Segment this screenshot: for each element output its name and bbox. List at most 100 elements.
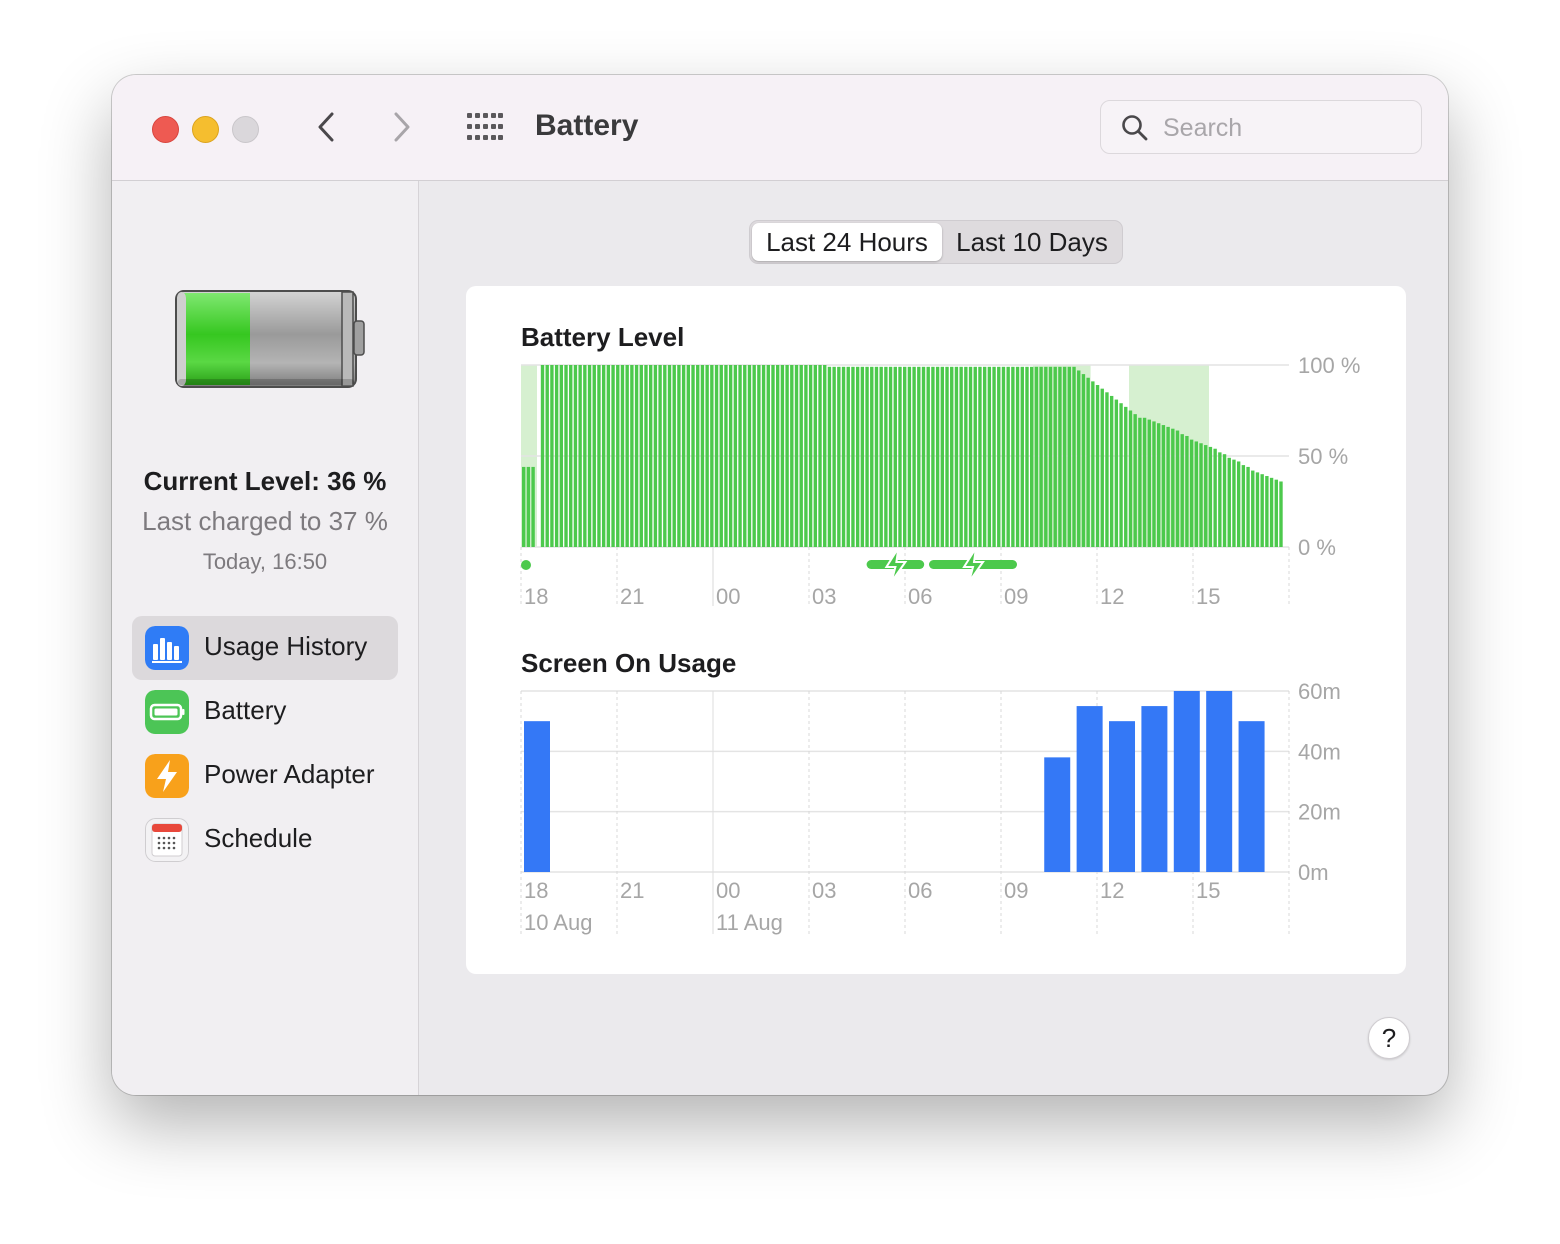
- sidebar-item-schedule[interactable]: Schedule: [132, 808, 398, 872]
- x-tick-label: 21: [620, 584, 644, 606]
- date-label: 10 Aug: [524, 910, 593, 935]
- battery-bar: [785, 365, 789, 547]
- battery-bar: [1053, 366, 1057, 547]
- battery-bar: [879, 366, 883, 547]
- battery-bar: [1015, 366, 1020, 547]
- x-tick-label: 12: [1100, 878, 1124, 903]
- battery-bar: [1105, 392, 1109, 547]
- battery-bar: [1222, 454, 1227, 547]
- battery-bar: [874, 366, 879, 547]
- x-tick-label: 12: [1100, 584, 1124, 606]
- battery-bar: [733, 365, 738, 547]
- last-charged-time: Today, 16:50: [202, 549, 328, 574]
- battery-bar: [1171, 428, 1175, 547]
- battery-bar: [1147, 419, 1151, 547]
- battery-bar: [1241, 465, 1246, 547]
- forward-button[interactable]: [384, 109, 420, 145]
- minimize-button[interactable]: [192, 116, 219, 143]
- battery-bar: [677, 365, 681, 547]
- battery-bar: [794, 365, 799, 547]
- screen-on-usage-chart: 60m 40m 20m 0m 18 21 00 03 06 09 12 15 10 Aug 11 Aug: [520, 679, 1341, 935]
- close-button[interactable]: [152, 116, 179, 143]
- battery-bar: [771, 365, 775, 547]
- battery-bar: [1025, 366, 1029, 547]
- battery-bar: [982, 366, 987, 547]
- x-tick-label: 18: [524, 878, 548, 903]
- battery-bar: [639, 365, 643, 547]
- y-tick-label: 40m: [1298, 739, 1341, 764]
- battery-icon: [175, 290, 365, 388]
- help-button[interactable]: ?: [1368, 1017, 1410, 1059]
- back-button[interactable]: [308, 109, 344, 145]
- battery-bar: [1279, 481, 1283, 547]
- battery-bar: [1114, 399, 1119, 547]
- battery-bar: [808, 365, 813, 547]
- x-tick-label: 21: [620, 878, 644, 903]
- battery-bar: [766, 365, 770, 547]
- bolt-icon: [884, 547, 908, 583]
- tab-last-24-hours[interactable]: Last 24 Hours: [752, 223, 942, 261]
- usage-card: Battery Level 100 % 50 % 0 % 18 21 00 03 06 09 12…: [466, 286, 1406, 974]
- battery-bar: [583, 365, 587, 547]
- battery-bar: [1062, 366, 1067, 547]
- x-tick-label: 03: [812, 584, 836, 606]
- battery-bar: [601, 365, 606, 547]
- zoom-button[interactable]: [232, 116, 259, 143]
- battery-bar: [926, 366, 930, 547]
- battery-bar: [1199, 443, 1203, 547]
- battery-bar: [1161, 425, 1166, 547]
- battery-bar: [634, 365, 639, 547]
- battery-bar: [719, 365, 723, 547]
- battery-bar: [780, 365, 785, 547]
- battery-bar: [569, 365, 573, 547]
- calendar-icon: [145, 818, 189, 862]
- search-field[interactable]: [1100, 100, 1422, 154]
- bolt-icon: [962, 547, 985, 583]
- sidebar-item-label: Schedule: [204, 823, 313, 853]
- battery-bar: [686, 365, 691, 547]
- battery-bar: [940, 366, 945, 547]
- search-input[interactable]: [1161, 109, 1405, 147]
- battery-bar: [564, 365, 568, 547]
- battery-bar: [1227, 457, 1231, 547]
- show-all-button[interactable]: [467, 113, 503, 141]
- tab-last-10-days[interactable]: Last 10 Days: [944, 223, 1120, 261]
- battery-bar: [1086, 377, 1090, 547]
- sidebar-item-battery[interactable]: Battery: [132, 680, 398, 744]
- battery-bar: [790, 365, 794, 547]
- battery-bar: [813, 365, 818, 547]
- battery-icon: [145, 690, 189, 734]
- battery-bar: [865, 366, 869, 547]
- battery-bar: [1180, 434, 1184, 547]
- battery-bar: [1166, 426, 1170, 547]
- last-charged-text: Last charged to 37 %: [142, 506, 388, 536]
- battery-bar: [691, 365, 695, 547]
- usage-bar: [1076, 706, 1103, 872]
- battery-bar: [700, 365, 705, 547]
- battery-bar: [554, 365, 559, 547]
- battery-bar: [945, 366, 949, 547]
- battery-bar: [592, 365, 596, 547]
- battery-bar: [870, 366, 874, 547]
- battery-bar: [1095, 385, 1100, 547]
- battery-bar: [1011, 366, 1015, 547]
- battery-bar: [649, 365, 653, 547]
- battery-bar: [855, 366, 860, 547]
- battery-bar: [550, 365, 554, 547]
- date-label: 11 Aug: [716, 910, 783, 935]
- sidebar-item-power-adapter[interactable]: Power Adapter: [132, 744, 398, 808]
- x-tick-label: 00: [716, 878, 740, 903]
- battery-bar: [1260, 474, 1264, 547]
- battery-bar: [841, 366, 846, 547]
- battery-bar: [954, 366, 959, 547]
- battery-bar: [846, 366, 850, 547]
- battery-bar: [522, 466, 526, 547]
- battery-bar: [1194, 441, 1199, 547]
- battery-bar: [1189, 439, 1194, 547]
- sidebar-item-usage-history[interactable]: Usage History: [132, 616, 398, 680]
- battery-bar: [1157, 423, 1161, 547]
- battery-bar: [1274, 479, 1278, 547]
- battery-bar: [827, 366, 832, 547]
- battery-bar: [884, 366, 888, 547]
- sidebar-item-label: Power Adapter: [204, 759, 375, 789]
